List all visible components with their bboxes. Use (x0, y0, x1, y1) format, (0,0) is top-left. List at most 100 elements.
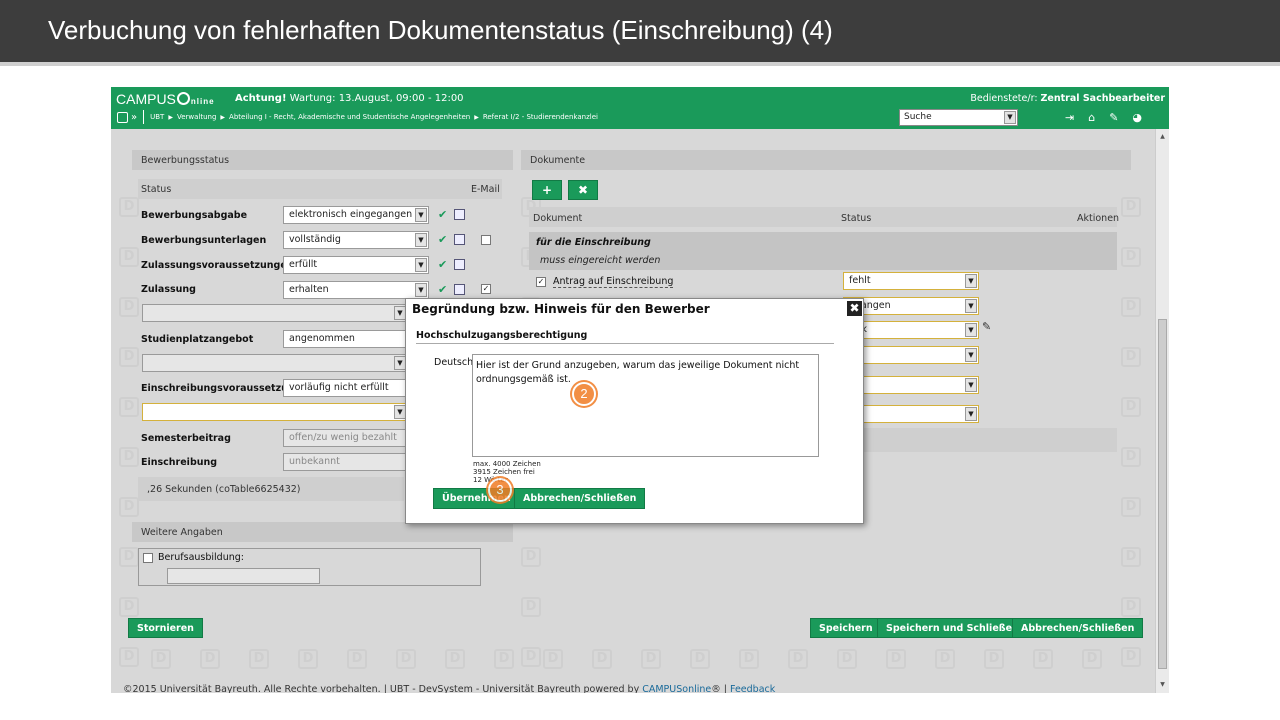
step-badge-2: 2 (572, 382, 596, 406)
delete-document-button[interactable]: ✖ (568, 180, 598, 200)
label-zulassungsvoraussetzungen: Zulassungsvoraussetzungen (141, 260, 294, 271)
field-value: offen/zu wenig bezahlt (289, 432, 397, 443)
select-einschreibungsvoraussetzungen[interactable]: vorläufig nicht erfüllt (283, 379, 407, 397)
add-document-button[interactable]: + (532, 180, 562, 200)
chevron-down-icon[interactable]: ▼ (415, 283, 427, 297)
watermark-icon: D (1121, 647, 1141, 667)
campusonline-logo[interactable]: CAMPUS nline (116, 91, 215, 107)
watermark-icon: D (788, 649, 808, 669)
check-icon: ✔ (438, 283, 448, 296)
col-dokument-status: Status (841, 213, 872, 224)
berufsausbildung-checkbox[interactable] (143, 553, 153, 563)
watermark-icon: D (1121, 197, 1141, 217)
email-checkbox[interactable] (481, 235, 491, 245)
dialog-abbrechen-button[interactable]: Abbrechen/Schließen (514, 488, 646, 509)
scroll-up-icon[interactable]: ▲ (1158, 133, 1167, 140)
dialog-divider (416, 343, 834, 344)
select-zulassung-detail[interactable]: ▼ (142, 304, 408, 322)
close-icon[interactable]: ✖ (847, 301, 862, 316)
vertical-scrollbar[interactable]: ▲ ▼ (1155, 129, 1169, 693)
watermark-icon: D (886, 649, 906, 669)
select-bewerbungsunterlagen[interactable]: vollständig ▼ (283, 231, 429, 249)
timing-text: ,26 Sekunden (coTable6625432) (147, 484, 301, 495)
edit-icon[interactable]: ✎ (1109, 111, 1118, 124)
berufsausbildung-label: Berufsausbildung: (158, 552, 244, 563)
select-bewerbungsabgabe[interactable]: elektronisch eingegangen ▼ (283, 206, 429, 224)
breadcrumb-arrow-icon: ▶ (220, 113, 226, 121)
watermark-icon: D (1121, 247, 1141, 267)
select-studienplatzangebot[interactable]: angenommen (283, 330, 407, 348)
speichern-button[interactable]: Speichern (810, 618, 882, 638)
chevron-down-icon[interactable]: ▼ (415, 233, 427, 247)
user-name: Zentral Sachbearbeiter (1040, 93, 1165, 104)
footer-campusonline-link[interactable]: CAMPUSonline (642, 684, 711, 693)
field-value: unbekannt (289, 456, 340, 467)
chevron-down-icon[interactable]: ▼ (1004, 111, 1016, 124)
watermark-icon: D (1121, 597, 1141, 617)
label-studienplatzangebot: Studienplatzangebot (141, 334, 254, 345)
select-value: elektronisch eingegangen (289, 209, 413, 220)
status-column-header (138, 179, 502, 199)
watermark-icon: D (521, 597, 541, 617)
chevron-down-icon[interactable]: ▼ (965, 299, 977, 313)
email-checkbox-checked[interactable]: ✓ (481, 284, 491, 294)
select-zulassung[interactable]: erhalten ▼ (283, 281, 429, 299)
scroll-thumb[interactable] (1158, 319, 1167, 669)
step-badge-3: 3 (488, 478, 512, 502)
stornieren-button[interactable]: Stornieren (128, 618, 203, 638)
home-icon[interactable]: ⌂ (1088, 111, 1095, 124)
watermark-icon: D (151, 649, 171, 669)
breadcrumb-item-abteilung[interactable]: Abteilung I - Recht, Akademische und Stu… (229, 113, 470, 121)
calendar-icon[interactable] (454, 234, 465, 245)
field-semesterbeitrag: offen/zu wenig bezahlt (283, 429, 407, 447)
breadcrumb-item-ubt[interactable]: UBT (150, 113, 164, 121)
chevron-down-icon[interactable]: ▼ (965, 348, 977, 362)
chevron-down-icon[interactable]: ▼ (965, 407, 977, 421)
select-einschreibung-detail[interactable]: ▼ (142, 403, 408, 421)
begruendung-textarea[interactable]: Hier ist der Grund anzugeben, warum das … (472, 354, 819, 457)
document-checkbox[interactable]: ✓ (536, 277, 546, 287)
document-status-select[interactable]: fehlt ▼ (843, 272, 979, 290)
watermark-icon: D (200, 649, 220, 669)
maintenance-notice: Achtung! Wartung: 13.August, 09:00 - 12:… (235, 93, 464, 104)
select-studienplatz-detail[interactable]: ▼ (142, 354, 408, 372)
abbrechen-schliessen-button[interactable]: Abbrechen/Schließen (1012, 618, 1144, 638)
slide-title: Verbuchung von fehlerhaften Dokumentenst… (48, 15, 833, 45)
footer-feedback-link[interactable]: Feedback (730, 684, 775, 693)
speichern-schliessen-button[interactable]: Speichern und Schließen (877, 618, 1028, 638)
chevron-down-icon[interactable]: ▼ (415, 258, 427, 272)
document-antrag-einschreibung[interactable]: Antrag auf Einschreibung (553, 276, 674, 288)
watermark-icon: D (1082, 649, 1102, 669)
pencil-icon[interactable]: ✎ (982, 320, 991, 333)
logout-icon[interactable]: ⇥ (1065, 111, 1074, 124)
calendar-icon[interactable] (454, 284, 465, 295)
dashboard-icon[interactable]: ◕ (1132, 111, 1142, 124)
chevron-down-icon[interactable]: ▼ (965, 323, 977, 337)
label-bewerbungsunterlagen: Bewerbungsunterlagen (141, 235, 267, 246)
watermark-icon: D (935, 649, 955, 669)
breadcrumb-item-verwaltung[interactable]: Verwaltung (177, 113, 216, 121)
chevron-down-icon[interactable]: ▼ (415, 208, 427, 222)
watermark-icon: D (119, 547, 139, 567)
watermark-icon: D (119, 297, 139, 317)
begruendung-dialog: Begründung bzw. Hinweis für den Bewerber… (405, 298, 864, 524)
expand-icon[interactable]: » (131, 112, 137, 123)
watermark-icon: D (119, 347, 139, 367)
watermark-icon: D (1121, 547, 1141, 567)
watermark-icon: D (119, 247, 139, 267)
berufsausbildung-input[interactable] (167, 568, 320, 584)
window-icon[interactable] (117, 111, 128, 123)
chevron-down-icon[interactable]: ▼ (965, 274, 977, 288)
breadcrumb-item-referat[interactable]: Referat I/2 - Studierendenkanzlei (483, 113, 598, 121)
watermark-icon: D (396, 649, 416, 669)
logo-ring-icon (176, 92, 190, 105)
select-zulassungsvoraussetzungen[interactable]: erfüllt ▼ (283, 256, 429, 274)
search-select-value: Suche (904, 112, 932, 122)
watermark-icon: D (1121, 447, 1141, 467)
chevron-down-icon[interactable]: ▼ (965, 378, 977, 392)
calendar-icon[interactable] (454, 209, 465, 220)
calendar-icon[interactable] (454, 259, 465, 270)
weitere-angaben-header: Weitere Angaben (132, 522, 513, 542)
scroll-down-icon[interactable]: ▼ (1158, 681, 1167, 688)
search-select[interactable]: Suche ▼ (899, 109, 1018, 126)
